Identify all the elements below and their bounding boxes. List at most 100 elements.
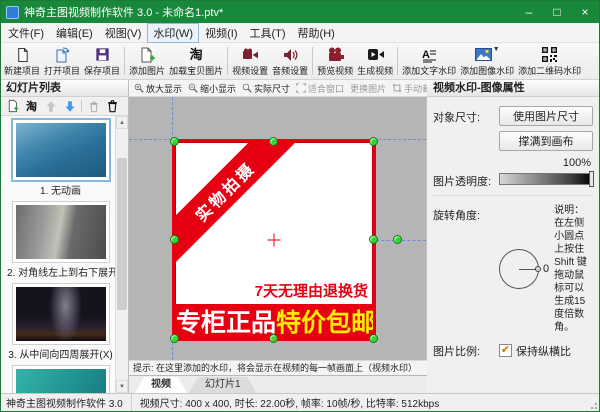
move-up-button[interactable] xyxy=(42,98,59,114)
resize-handle-middle-left[interactable] xyxy=(170,235,179,244)
resize-handle-bottom-left[interactable] xyxy=(170,334,179,343)
slide-item-1[interactable]: 1. 无动画 xyxy=(7,120,114,197)
promo-bar: 专柜正品 特价包邮 xyxy=(175,304,373,338)
menu-video[interactable]: 视频(I) xyxy=(199,23,243,43)
add-text-watermark-button[interactable]: A 添加文字水印 xyxy=(400,44,458,78)
resize-handle-top-middle[interactable] xyxy=(269,137,278,146)
menu-tools[interactable]: 工具(T) xyxy=(244,23,292,43)
slide-label-3: 3. 从中间向四周展开(X) xyxy=(7,346,114,361)
tab-video[interactable]: 视频 xyxy=(135,377,187,393)
preview-video-button[interactable]: 预览视频 xyxy=(315,44,355,78)
resize-handle-bottom-middle[interactable] xyxy=(269,334,278,343)
opacity-slider[interactable] xyxy=(499,173,593,185)
section-divider xyxy=(433,195,593,196)
rotate-handle[interactable] xyxy=(393,235,402,244)
opacity-row: 图片透明度: xyxy=(433,170,593,189)
slide-thumbnail-1[interactable] xyxy=(13,120,109,180)
taobao-icon: 淘 xyxy=(26,98,37,114)
main-area: 幻灯片列表 淘 xyxy=(1,80,599,393)
toolbar-separator xyxy=(124,47,125,75)
main-toolbar: 新建项目 打开项目 保存项目 添加图片 淘 加载宝贝图片 xyxy=(1,43,599,80)
slide-item-2[interactable]: 2. 对角线左上到右下展开 xyxy=(7,202,114,279)
zoom-in-button[interactable]: 放大显示 xyxy=(131,82,185,95)
add-image-watermark-button[interactable]: ▼ 添加图像水印 xyxy=(458,44,516,78)
fit-window-button[interactable]: 适合窗口 xyxy=(293,82,347,95)
dropdown-arrow-icon: ▼ xyxy=(493,46,500,53)
slide-item-4[interactable] xyxy=(7,366,114,393)
minimize-button[interactable]: – xyxy=(515,1,543,23)
new-project-icon xyxy=(15,46,30,63)
properties-body: 对象尺寸: 使用图片尺寸 撑满到画布 100% 图片透明度: 旋转角度: xyxy=(427,97,599,393)
properties-header: 视频水印-图像属性 xyxy=(427,80,599,97)
crop-rotate-button[interactable]: 手动裁剪和翻转 xyxy=(389,82,427,95)
preview-canvas[interactable]: 实物拍摄 7天无理由退换货 专柜正品 特价包邮 xyxy=(129,97,427,360)
close-button[interactable]: × xyxy=(571,1,599,23)
menu-edit[interactable]: 编辑(E) xyxy=(50,23,99,43)
replace-image-button[interactable]: 更换图片 xyxy=(347,82,389,95)
menu-help[interactable]: 帮助(H) xyxy=(292,23,341,43)
tab-slide-1[interactable]: 幻灯片1 xyxy=(189,377,257,393)
delete-slide-button[interactable] xyxy=(85,98,102,114)
open-project-button[interactable]: 打开项目 xyxy=(42,44,82,78)
center-crosshair-icon xyxy=(268,234,281,247)
slide-list-scrollbar[interactable]: ▲ ▼ xyxy=(115,116,128,393)
dial-grab-dot[interactable] xyxy=(535,266,541,272)
slide-label-2: 2. 对角线左上到右下展开 xyxy=(7,264,114,279)
slide-item-3[interactable]: 3. 从中间向四周展开(X) xyxy=(7,284,114,361)
clear-all-button[interactable] xyxy=(104,98,121,114)
fill-canvas-button[interactable]: 撑满到画布 xyxy=(499,131,593,151)
menu-view[interactable]: 视图(V) xyxy=(99,23,148,43)
editor-area: 放大显示 缩小显示 实际尺寸 适合窗口 更换图片 xyxy=(129,80,427,393)
load-taobao-button[interactable]: 淘 加载宝贝图片 xyxy=(167,44,225,78)
resize-handle-top-left[interactable] xyxy=(170,137,179,146)
add-slide-button[interactable] xyxy=(4,98,21,114)
use-image-size-button[interactable]: 使用图片尺寸 xyxy=(499,106,593,126)
delete-slide-icon xyxy=(88,100,100,113)
audio-settings-icon xyxy=(283,46,298,63)
slide-thumbnail-4[interactable] xyxy=(13,366,109,393)
scroll-down-icon[interactable]: ▼ xyxy=(116,380,128,393)
keep-ratio-option[interactable]: 保持纵横比 xyxy=(499,340,593,359)
move-down-button[interactable] xyxy=(61,98,78,114)
resize-handle-top-right[interactable] xyxy=(369,137,378,146)
slide-thumbnail-2[interactable] xyxy=(13,202,109,262)
zoom-out-button[interactable]: 缩小显示 xyxy=(185,82,239,95)
add-image-button[interactable]: 添加图片 xyxy=(127,44,167,78)
statusbar-app-name: 神奇主图视频制作软件 3.0 xyxy=(1,394,132,411)
add-image-icon xyxy=(139,46,155,63)
slide-thumbnail-3[interactable] xyxy=(13,284,109,344)
toolbar-separator xyxy=(312,47,313,75)
checkbox-checked-icon[interactable] xyxy=(499,344,512,357)
taobao-import-button[interactable]: 淘 xyxy=(23,98,40,114)
actual-size-button[interactable]: 实际尺寸 xyxy=(239,82,293,95)
generate-video-button[interactable]: 生成视频 xyxy=(355,44,395,78)
scroll-up-icon[interactable]: ▲ xyxy=(116,116,128,129)
statusbar: 神奇主图视频制作软件 3.0 视频尺寸: 400 x 400, 时长: 22.0… xyxy=(1,393,599,411)
opacity-slider-handle[interactable] xyxy=(589,171,594,187)
menu-watermark[interactable]: 水印(W) xyxy=(147,23,199,43)
trash-icon xyxy=(106,99,119,113)
resize-grip[interactable] xyxy=(588,400,598,410)
ratio-row: 图片比例: 保持纵横比 xyxy=(433,340,593,359)
new-project-button[interactable]: 新建项目 xyxy=(2,44,42,78)
audio-settings-button[interactable]: 音频设置 xyxy=(270,44,310,78)
resize-handle-bottom-right[interactable] xyxy=(369,334,378,343)
video-settings-button[interactable]: 视频设置 xyxy=(230,44,270,78)
app-icon xyxy=(6,6,19,19)
save-project-button[interactable]: 保存项目 xyxy=(82,44,122,78)
rotation-dial[interactable] xyxy=(499,249,539,289)
return-policy-text: 7天无理由退换货 xyxy=(255,280,368,301)
window-controls: – □ × xyxy=(515,1,599,23)
save-project-icon xyxy=(95,46,110,63)
resize-handle-middle-right[interactable] xyxy=(369,235,378,244)
watermark-content: 实物拍摄 7天无理由退换货 专柜正品 特价包邮 xyxy=(175,142,373,338)
crop-icon xyxy=(392,83,402,93)
maximize-button[interactable]: □ xyxy=(543,1,571,23)
menu-file[interactable]: 文件(F) xyxy=(2,23,50,43)
scrollbar-thumb[interactable] xyxy=(117,158,127,310)
watermark-image[interactable]: 实物拍摄 7天无理由退换货 专柜正品 特价包邮 xyxy=(172,139,376,341)
toolbar-separator xyxy=(81,100,82,112)
add-qrcode-watermark-button[interactable]: 添加二维码水印 xyxy=(516,44,583,78)
ratio-label: 图片比例: xyxy=(433,340,499,359)
zoom-in-icon xyxy=(134,83,144,93)
